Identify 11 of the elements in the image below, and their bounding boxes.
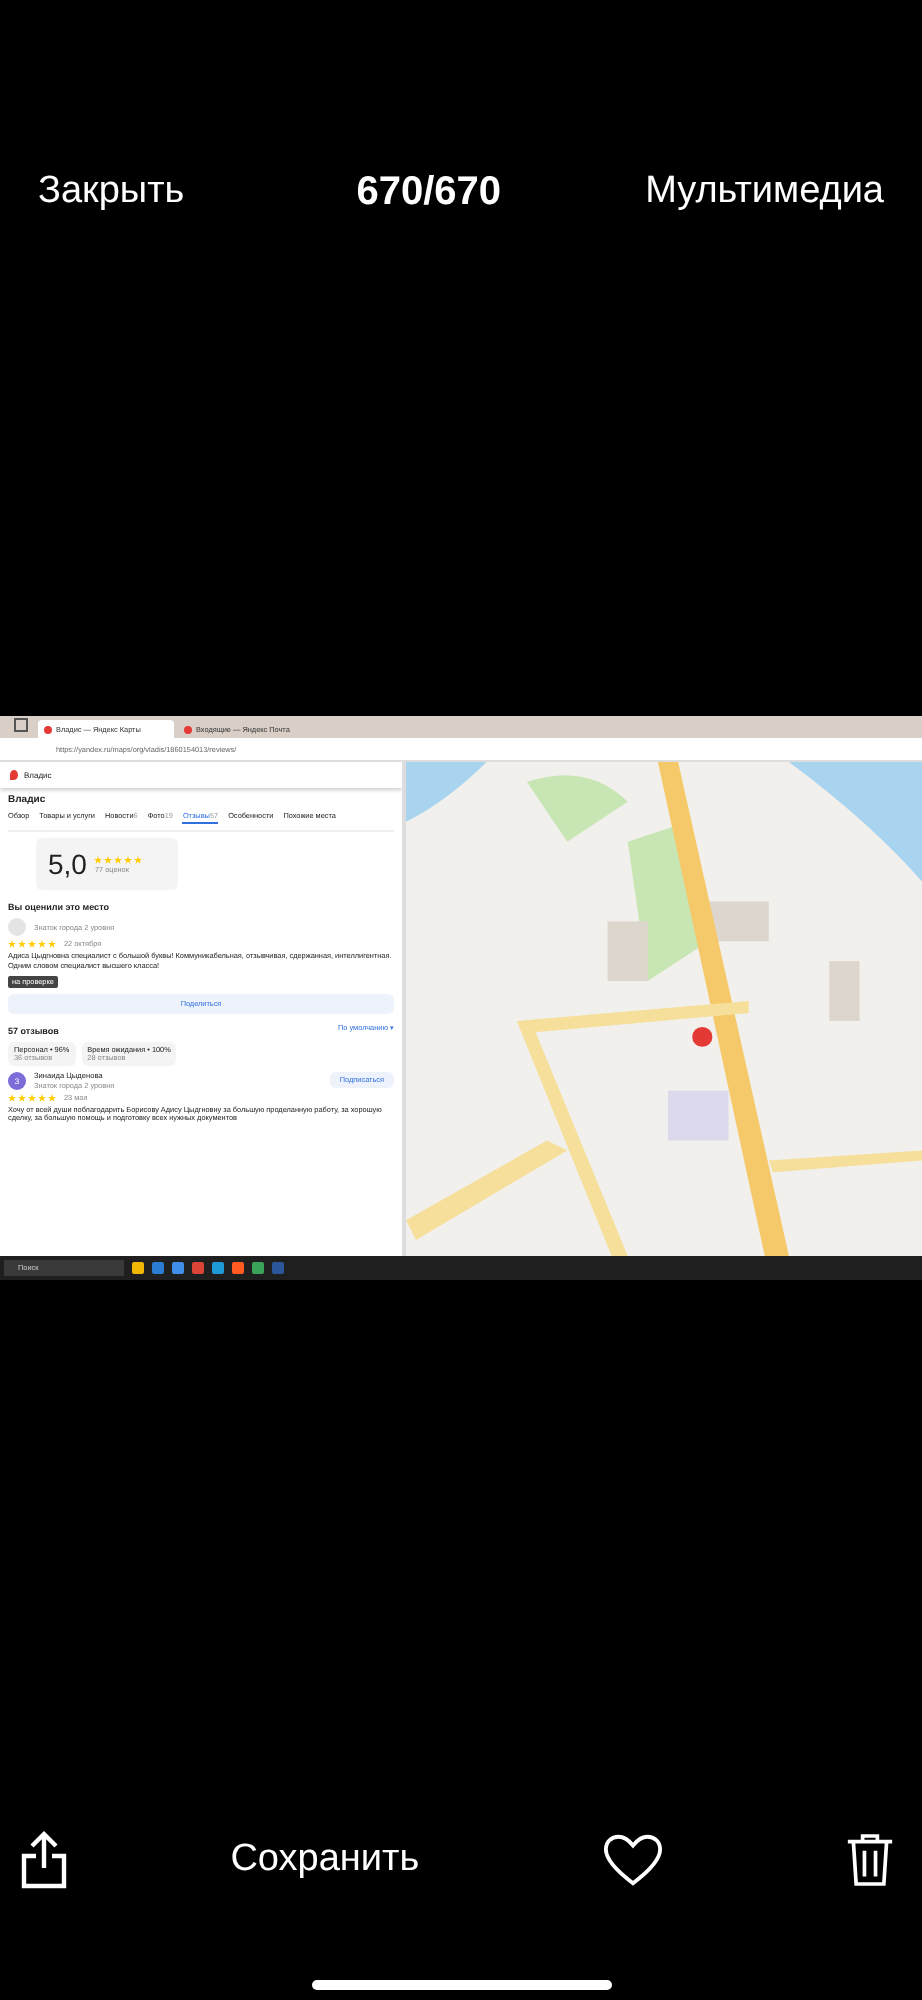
rating-value: 5,0 <box>48 848 87 880</box>
avatar-icon <box>8 918 26 936</box>
trash-icon[interactable] <box>845 1830 894 1890</box>
window-icon[interactable] <box>14 718 28 732</box>
pin-icon <box>10 770 18 780</box>
heart-icon[interactable] <box>601 1832 664 1888</box>
close-button[interactable]: Закрыть <box>38 170 185 214</box>
save-button[interactable]: Сохранить <box>230 1838 420 1882</box>
photo-counter: 670/670 <box>356 169 502 215</box>
share-icon[interactable] <box>20 1830 68 1890</box>
media-button[interactable]: Мультимедиа <box>645 170 884 214</box>
